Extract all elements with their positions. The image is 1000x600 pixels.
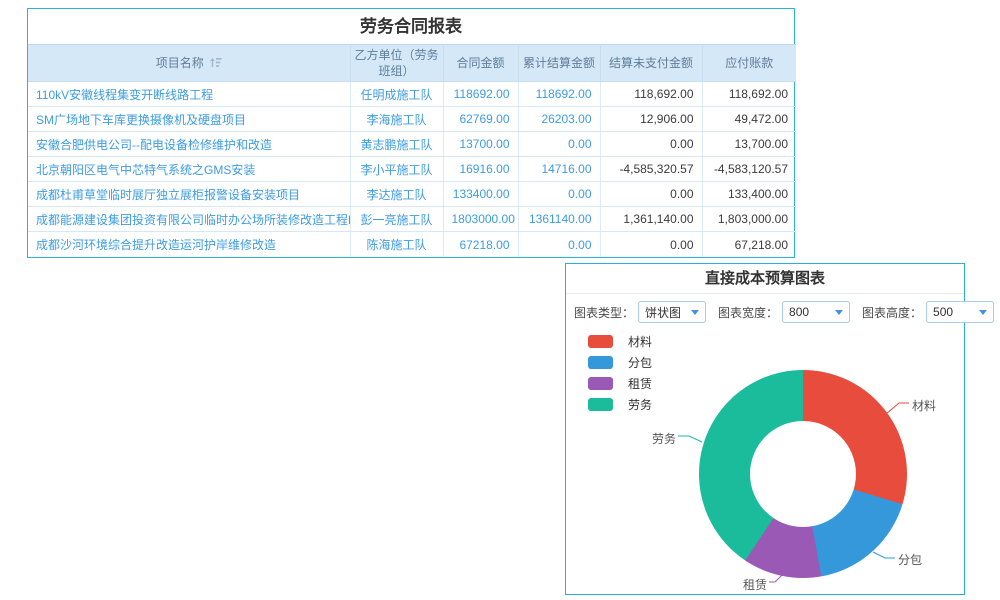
unpaid-amount-cell: -4,585,320.57 — [600, 157, 702, 182]
column-header-settled-amount: 累计结算金额 — [518, 45, 600, 82]
chart-legend: 材料分包租赁劳务 — [588, 335, 652, 419]
contract-amount-cell: 67218.00 — [443, 232, 518, 257]
settled-amount-cell: 1361140.00 — [518, 207, 600, 232]
legend-label: 材料 — [628, 333, 652, 350]
project-name-cell[interactable]: 北京朝阳区电气中芯特气系统之GMS安装 — [28, 157, 350, 182]
settled-amount-cell: 14716.00 — [518, 157, 600, 182]
contract-amount-cell: 13700.00 — [443, 132, 518, 157]
legend-item-材料[interactable]: 材料 — [588, 335, 652, 348]
project-name-cell[interactable]: 成都沙河环境综合提升改造运河护岸维修改造 — [28, 232, 350, 257]
payable-cell: 118,692.00 — [702, 82, 796, 107]
unit-cell: 李海施工队 — [350, 107, 443, 132]
table-row[interactable]: 成都能源建设集团投资有限公司临时办公场所装修改造工程EPC彭一亮施工队18030… — [28, 207, 796, 232]
donut-hole — [750, 421, 856, 527]
unit-cell: 陈海施工队 — [350, 232, 443, 257]
unit-cell: 彭一亮施工队 — [350, 207, 443, 232]
unpaid-amount-cell: 0.00 — [600, 132, 702, 157]
legend-item-租赁[interactable]: 租赁 — [588, 377, 652, 390]
donut-chart[interactable] — [699, 370, 907, 578]
contract-amount-cell: 16916.00 — [443, 157, 518, 182]
chart-height-select[interactable]: 500 — [926, 301, 994, 323]
column-header-project-name[interactable]: 项目名称 — [28, 45, 350, 82]
legend-swatch — [588, 398, 613, 411]
legend-label: 租赁 — [628, 375, 652, 392]
legend-item-分包[interactable]: 分包 — [588, 356, 652, 369]
payable-cell: 13,700.00 — [702, 132, 796, 157]
report-title: 劳务合同报表 — [28, 9, 794, 44]
legend-swatch — [588, 335, 613, 348]
labor-contract-report-panel: 劳务合同报表 项目名称 乙方单位（劳务班组） 合同金额 累计结算金额 结算未支付… — [27, 8, 795, 258]
column-header-contract-amount: 合同金额 — [443, 45, 518, 82]
table-row[interactable]: 110kV安徽线程集变开断线路工程任明成施工队118692.00118692.0… — [28, 82, 796, 107]
unpaid-amount-cell: 1,361,140.00 — [600, 207, 702, 232]
payable-cell: 133,400.00 — [702, 182, 796, 207]
unpaid-amount-cell: 12,906.00 — [600, 107, 702, 132]
chart-height-control: 图表高度： 500 — [862, 301, 994, 323]
project-name-cell[interactable]: 成都能源建设集团投资有限公司临时办公场所装修改造工程EPC — [28, 207, 350, 232]
sort-icon[interactable] — [209, 57, 222, 68]
slice-label-labor: 劳务 — [652, 430, 676, 447]
column-header-payable: 应付账款 — [702, 45, 796, 82]
settled-amount-cell: 26203.00 — [518, 107, 600, 132]
unpaid-amount-cell: 0.00 — [600, 232, 702, 257]
slice-label-materials: 材料 — [912, 397, 936, 414]
payable-cell: 1,803,000.00 — [702, 207, 796, 232]
table-row[interactable]: SM广场地下车库更换摄像机及硬盘项目李海施工队62769.0026203.001… — [28, 107, 796, 132]
chart-type-label: 图表类型： — [574, 304, 634, 321]
column-header-unit: 乙方单位（劳务班组） — [350, 45, 443, 82]
slice-label-rental: 租赁 — [743, 576, 767, 593]
payable-cell: -4,583,120.57 — [702, 157, 796, 182]
settled-amount-cell: 0.00 — [518, 182, 600, 207]
chart-width-select[interactable]: 800 — [782, 301, 850, 323]
table-row[interactable]: 成都沙河环境综合提升改造运河护岸维修改造陈海施工队67218.000.000.0… — [28, 232, 796, 257]
project-name-cell[interactable]: 110kV安徽线程集变开断线路工程 — [28, 82, 350, 107]
contract-amount-cell: 133400.00 — [443, 182, 518, 207]
chart-title: 直接成本预算图表 — [566, 264, 964, 294]
chart-width-label: 图表宽度： — [718, 304, 778, 321]
contract-amount-cell: 118692.00 — [443, 82, 518, 107]
payable-cell: 67,218.00 — [702, 232, 796, 257]
project-name-cell[interactable]: 成都杜甫草堂临时展厅独立展柜报警设备安装项目 — [28, 182, 350, 207]
screen: 劳务合同报表 项目名称 乙方单位（劳务班组） 合同金额 累计结算金额 结算未支付… — [0, 0, 1000, 600]
chart-width-control: 图表宽度： 800 — [718, 301, 850, 323]
unpaid-amount-cell: 118,692.00 — [600, 82, 702, 107]
contract-amount-cell: 1803000.00 — [443, 207, 518, 232]
legend-label: 分包 — [628, 354, 652, 371]
table-row[interactable]: 北京朝阳区电气中芯特气系统之GMS安装李小平施工队16916.0014716.0… — [28, 157, 796, 182]
settled-amount-cell: 0.00 — [518, 232, 600, 257]
chart-type-select[interactable]: 饼状图 — [638, 301, 706, 323]
settled-amount-cell: 118692.00 — [518, 82, 600, 107]
payable-cell: 49,472.00 — [702, 107, 796, 132]
column-header-unpaid-amount: 结算未支付金额 — [600, 45, 702, 82]
project-name-cell[interactable]: SM广场地下车库更换摄像机及硬盘项目 — [28, 107, 350, 132]
chart-height-label: 图表高度： — [862, 304, 922, 321]
unit-cell: 李小平施工队 — [350, 157, 443, 182]
table-header-row: 项目名称 乙方单位（劳务班组） 合同金额 累计结算金额 结算未支付金额 应付账款 — [28, 45, 796, 82]
settled-amount-cell: 0.00 — [518, 132, 600, 157]
contract-amount-cell: 62769.00 — [443, 107, 518, 132]
chart-type-control: 图表类型： 饼状图 — [574, 301, 706, 323]
pie-chart-area: 材料分包租赁劳务 材料 分包 租赁 劳务 — [566, 330, 964, 593]
unpaid-amount-cell: 0.00 — [600, 182, 702, 207]
unit-cell: 李达施工队 — [350, 182, 443, 207]
chevron-down-icon — [691, 310, 699, 315]
table-row[interactable]: 安徽合肥供电公司--配电设备检修维护和改造黄志鹏施工队13700.000.000… — [28, 132, 796, 157]
report-table: 项目名称 乙方单位（劳务班组） 合同金额 累计结算金额 结算未支付金额 应付账款… — [28, 44, 796, 257]
legend-item-劳务[interactable]: 劳务 — [588, 398, 652, 411]
direct-cost-chart-panel: 直接成本预算图表 图表类型： 饼状图 图表宽度： 800 图表高度： 500 — [565, 263, 965, 595]
legend-swatch — [588, 356, 613, 369]
table-row[interactable]: 成都杜甫草堂临时展厅独立展柜报警设备安装项目李达施工队133400.000.00… — [28, 182, 796, 207]
legend-swatch — [588, 377, 613, 390]
chart-controls: 图表类型： 饼状图 图表宽度： 800 图表高度： 500 — [566, 294, 964, 330]
unit-cell: 黄志鹏施工队 — [350, 132, 443, 157]
chevron-down-icon — [835, 310, 843, 315]
unit-cell: 任明成施工队 — [350, 82, 443, 107]
chevron-down-icon — [979, 310, 987, 315]
legend-label: 劳务 — [628, 396, 652, 413]
project-name-cell[interactable]: 安徽合肥供电公司--配电设备检修维护和改造 — [28, 132, 350, 157]
slice-label-subcontract: 分包 — [898, 551, 922, 568]
